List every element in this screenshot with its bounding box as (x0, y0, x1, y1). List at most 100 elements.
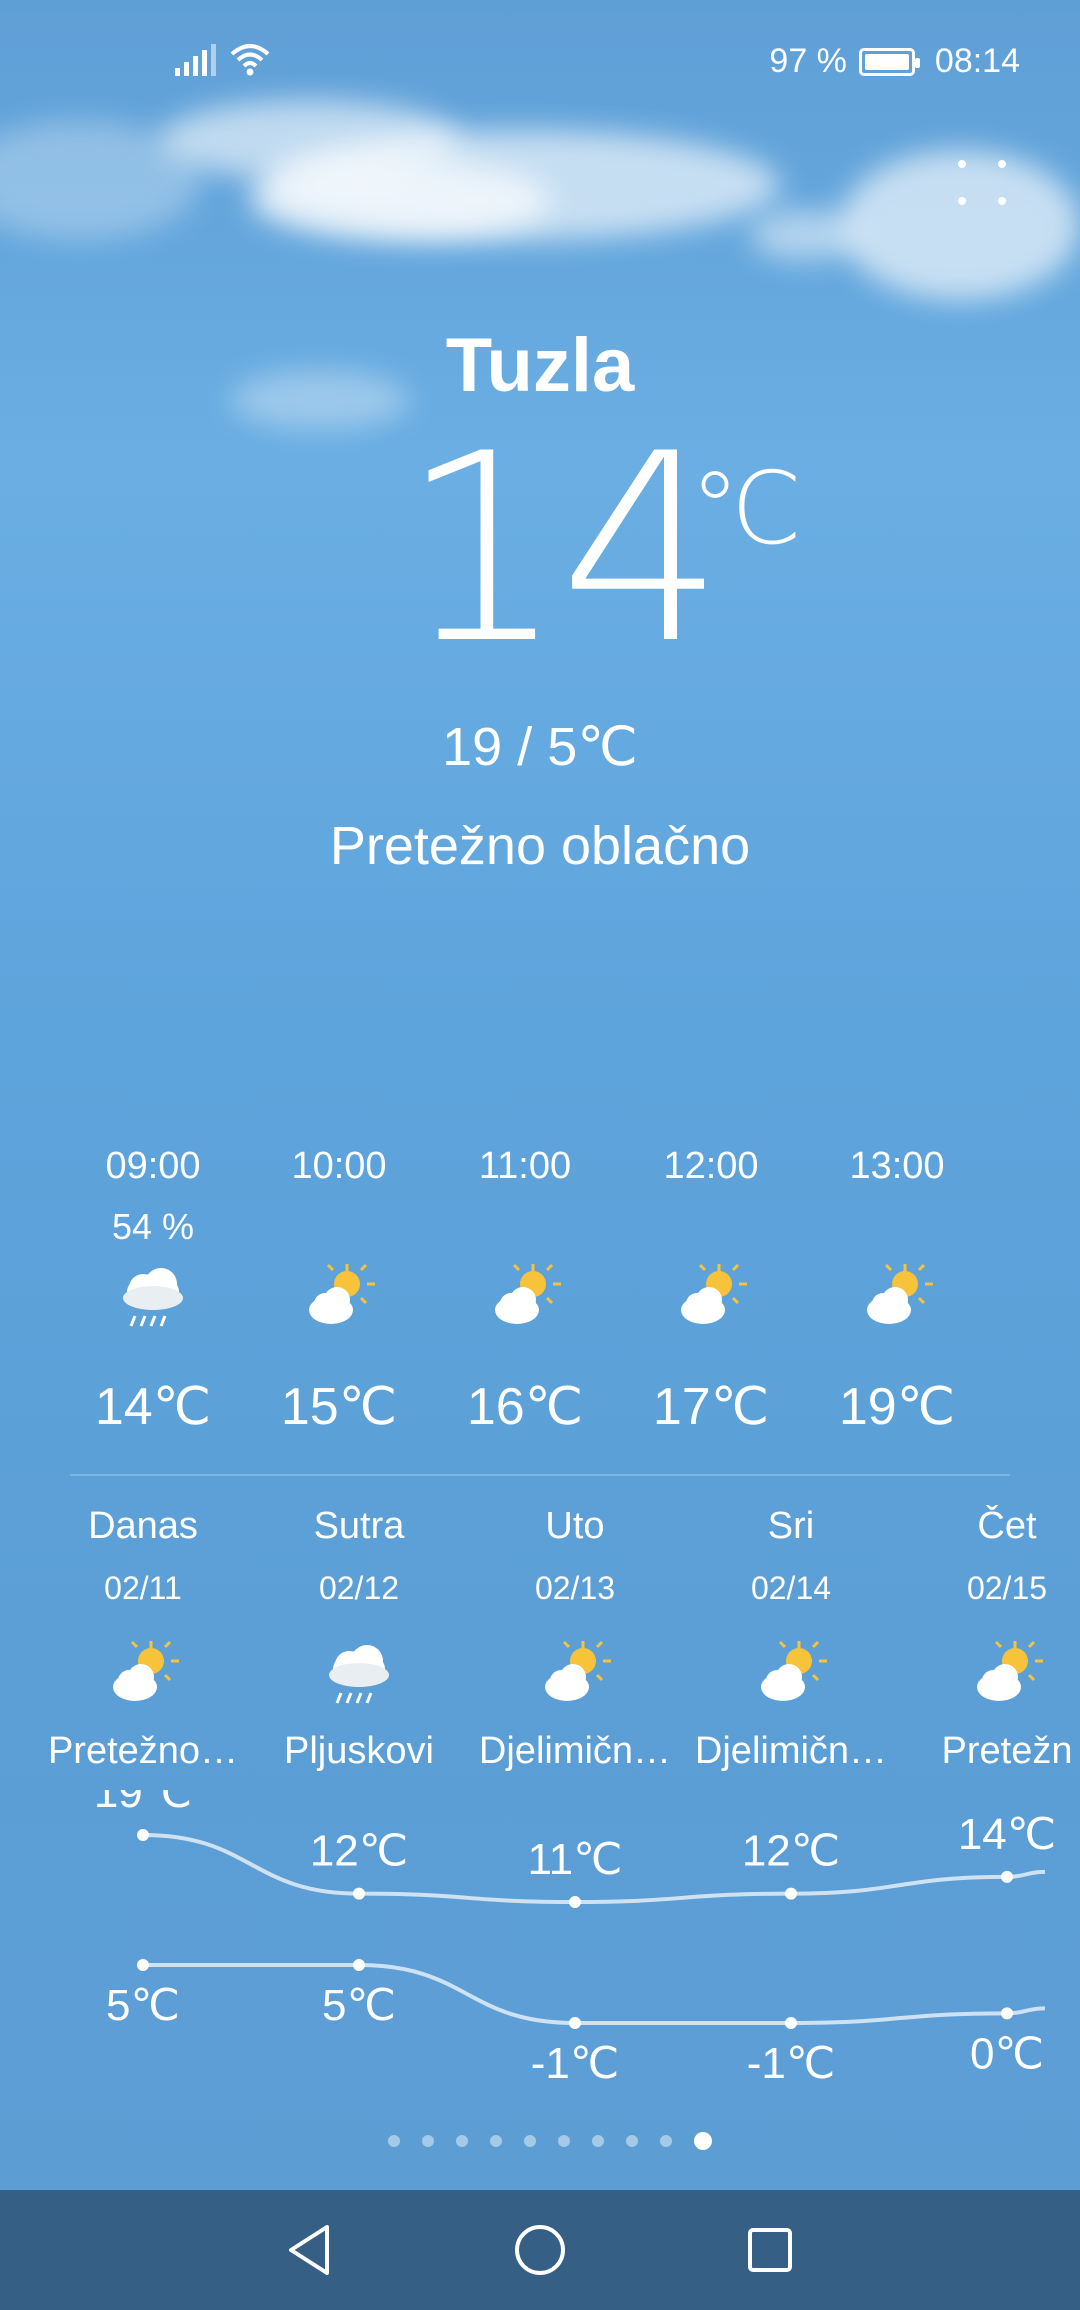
high-temp-label: 19℃ (94, 1790, 192, 1817)
low-temp-label: 5℃ (322, 1981, 396, 2030)
rain-cloud-icon (123, 1268, 183, 1327)
day-condition: Pljuskovi (284, 1730, 434, 1772)
page-dot[interactable] (626, 2135, 638, 2147)
low-temp-label: 0℃ (970, 2029, 1044, 2078)
hour-item: 10:00 15℃ (246, 1145, 432, 1455)
day-item[interactable]: Uto 02/13 Djelimičn… (467, 1505, 683, 1773)
page-dot[interactable] (592, 2135, 604, 2147)
low-temp-label: -1℃ (531, 2039, 620, 2088)
day-date: 02/13 (534, 1570, 616, 1606)
back-icon[interactable] (275, 2215, 345, 2285)
high-low: 19 / 5℃ (442, 717, 638, 777)
hour-item: 11:00 16℃ (432, 1145, 618, 1455)
signal-icon (175, 42, 216, 76)
high-temp-point (1001, 1870, 1013, 1883)
hourly-forecast[interactable]: 09:00 54 % 14℃ 10:00 15℃ 11:00 16℃ 12:00… (60, 1145, 990, 1455)
page-dot[interactable] (660, 2135, 672, 2147)
background-cloud (250, 160, 550, 240)
day-condition: Pretežn (941, 1730, 1073, 1772)
partly-sunny-icon (309, 1263, 375, 1324)
day-name: Sri (767, 1505, 815, 1547)
low-temp-label: 5℃ (106, 1981, 180, 2030)
hour-temp: 15℃ (280, 1378, 398, 1436)
low-temp-point (137, 1959, 149, 1971)
navigation-bar (0, 2190, 1080, 2310)
partly-sunny-icon (545, 1640, 611, 1701)
partly-sunny-icon (761, 1640, 827, 1701)
current-temperature: 14 ℃ (0, 420, 1080, 680)
high-temp-point (137, 1829, 149, 1841)
day-condition: Pretežno… (47, 1730, 239, 1772)
page-dot[interactable] (490, 2135, 502, 2147)
page-indicator[interactable] (0, 2132, 1080, 2150)
day-name: Čet (977, 1505, 1037, 1547)
page-dot[interactable] (694, 2132, 712, 2150)
partly-sunny-icon (867, 1263, 933, 1324)
high-temp-label: 12℃ (742, 1827, 840, 1876)
low-temp-point (785, 2017, 797, 2029)
recents-icon[interactable] (735, 2215, 805, 2285)
hour-item: 09:00 54 % 14℃ (60, 1145, 246, 1455)
page-dot[interactable] (422, 2135, 434, 2147)
hour-temp: 14℃ (94, 1378, 212, 1436)
hour-time: 10:00 (291, 1145, 387, 1187)
page-dot[interactable] (456, 2135, 468, 2147)
section-divider (70, 1474, 1010, 1476)
hour-time: 09:00 (105, 1145, 201, 1187)
precip-chance (804, 1206, 990, 1248)
day-name: Danas (88, 1505, 198, 1547)
partly-sunny-icon (977, 1640, 1043, 1701)
home-icon[interactable] (505, 2215, 575, 2285)
battery-saver-icon (858, 47, 920, 76)
high-temp-label: 12℃ (310, 1827, 408, 1876)
precip-chance (246, 1206, 432, 1248)
day-condition: Djelimičn… (694, 1730, 888, 1772)
page-dot[interactable] (558, 2135, 570, 2147)
high-temp-point (785, 1887, 797, 1900)
day-item[interactable]: Čet 02/15 Pretežn (899, 1505, 1080, 1773)
low-temp-line (143, 1963, 1046, 2025)
hour-time: 13:00 (849, 1145, 945, 1187)
low-temp-point (569, 2017, 581, 2029)
high-temp-label: 11℃ (527, 1835, 622, 1884)
low-temp-point (353, 1959, 365, 1971)
day-date: 02/14 (750, 1570, 832, 1606)
condition-text: Pretežno oblačno (329, 816, 751, 876)
high-temp-point (569, 1896, 581, 1908)
temperature-unit: ℃ (690, 453, 803, 565)
day-name: Uto (545, 1505, 605, 1547)
wifi-icon (230, 44, 270, 76)
day-date: 02/15 (966, 1570, 1048, 1606)
partly-sunny-icon (681, 1263, 747, 1324)
partly-sunny-icon (495, 1263, 561, 1324)
city-name[interactable]: Tuzla (0, 322, 1080, 409)
hour-time: 11:00 (478, 1145, 572, 1187)
low-temp-label: -1℃ (747, 2039, 836, 2088)
clock: 08:14 (934, 42, 1020, 80)
high-temp-point (353, 1887, 365, 1900)
page-dot[interactable] (524, 2135, 536, 2147)
daily-forecast[interactable]: Danas 02/11 Pretežno… Sutra 02/12 Pljusk… (35, 1505, 1080, 1805)
day-date: 02/12 (318, 1570, 400, 1606)
precip-chance (432, 1206, 618, 1248)
hour-time: 12:00 (663, 1145, 759, 1187)
hour-item: 12:00 17℃ (618, 1145, 804, 1455)
day-item[interactable]: Sri 02/14 Djelimičn… (683, 1505, 899, 1773)
hour-temp: 16℃ (466, 1378, 584, 1436)
status-bar: 97 % 08:14 (0, 0, 1080, 120)
daily-temperature-graph: 19℃ 12℃ 11℃ 12℃ 14℃ 5℃ 5℃ -1℃ -1℃ 0℃ (94, 1790, 1056, 2088)
day-item[interactable]: Danas 02/11 Pretežno… (35, 1505, 251, 1773)
rain-cloud-icon (329, 1645, 389, 1704)
day-item[interactable]: Sutra 02/12 Pljuskovi (251, 1505, 467, 1773)
hour-temp: 19℃ (838, 1378, 956, 1436)
more-options-icon[interactable] (958, 160, 1008, 212)
day-date: 02/11 (104, 1570, 182, 1606)
temperature-value: 14 (400, 399, 725, 701)
page-dot[interactable] (388, 2135, 400, 2147)
hour-temp: 17℃ (652, 1378, 770, 1436)
battery-percent: 97 % (769, 42, 847, 80)
high-temp-label: 14℃ (958, 1810, 1056, 1859)
hour-item: 13:00 19℃ (804, 1145, 990, 1455)
low-temp-point (1001, 2007, 1013, 2020)
day-condition: Djelimičn… (478, 1730, 672, 1772)
